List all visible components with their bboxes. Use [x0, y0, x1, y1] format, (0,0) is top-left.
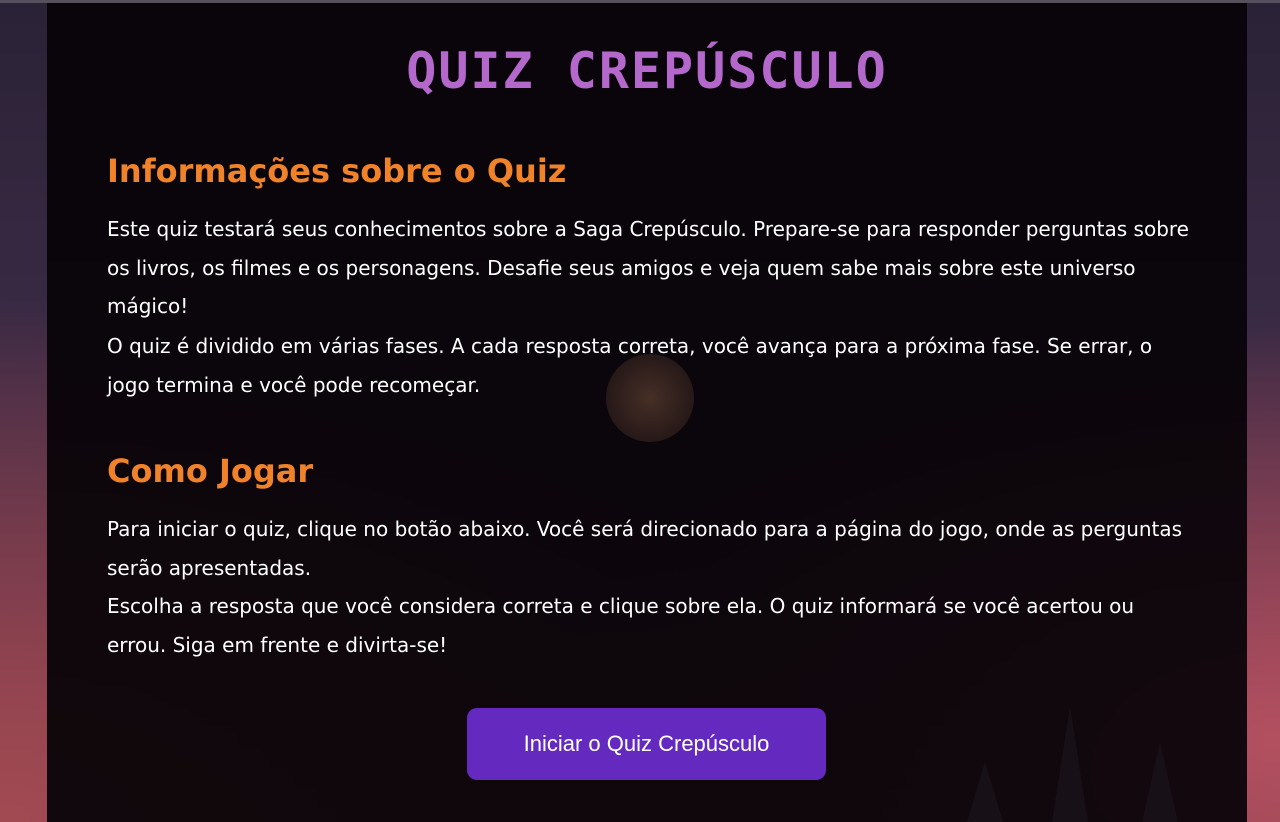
start-quiz-button[interactable]: Iniciar o Quiz Crepúsculo [467, 708, 826, 780]
tree-silhouette-decoration [1052, 707, 1088, 822]
page-title: QUIZ CREPÚSCULO [406, 42, 888, 100]
how-to-play-paragraph-1: Para iniciar o quiz, clique no botão aba… [107, 517, 1183, 580]
info-heading: Informações sobre o Quiz [107, 152, 567, 190]
tree-silhouette-decoration [967, 762, 1003, 822]
tree-silhouette-decoration [1142, 742, 1178, 822]
quiz-intro-panel: QUIZ CREPÚSCULO Informações sobre o Quiz… [47, 3, 1247, 822]
info-paragraph-1: Este quiz testará seus conhecimentos sob… [107, 217, 1189, 318]
info-paragraph-2: O quiz é dividido em várias fases. A cad… [107, 334, 1153, 397]
how-to-play-heading: Como Jogar [107, 452, 314, 490]
how-to-play-paragraph-2: Escolha a resposta que você considera co… [107, 594, 1135, 657]
